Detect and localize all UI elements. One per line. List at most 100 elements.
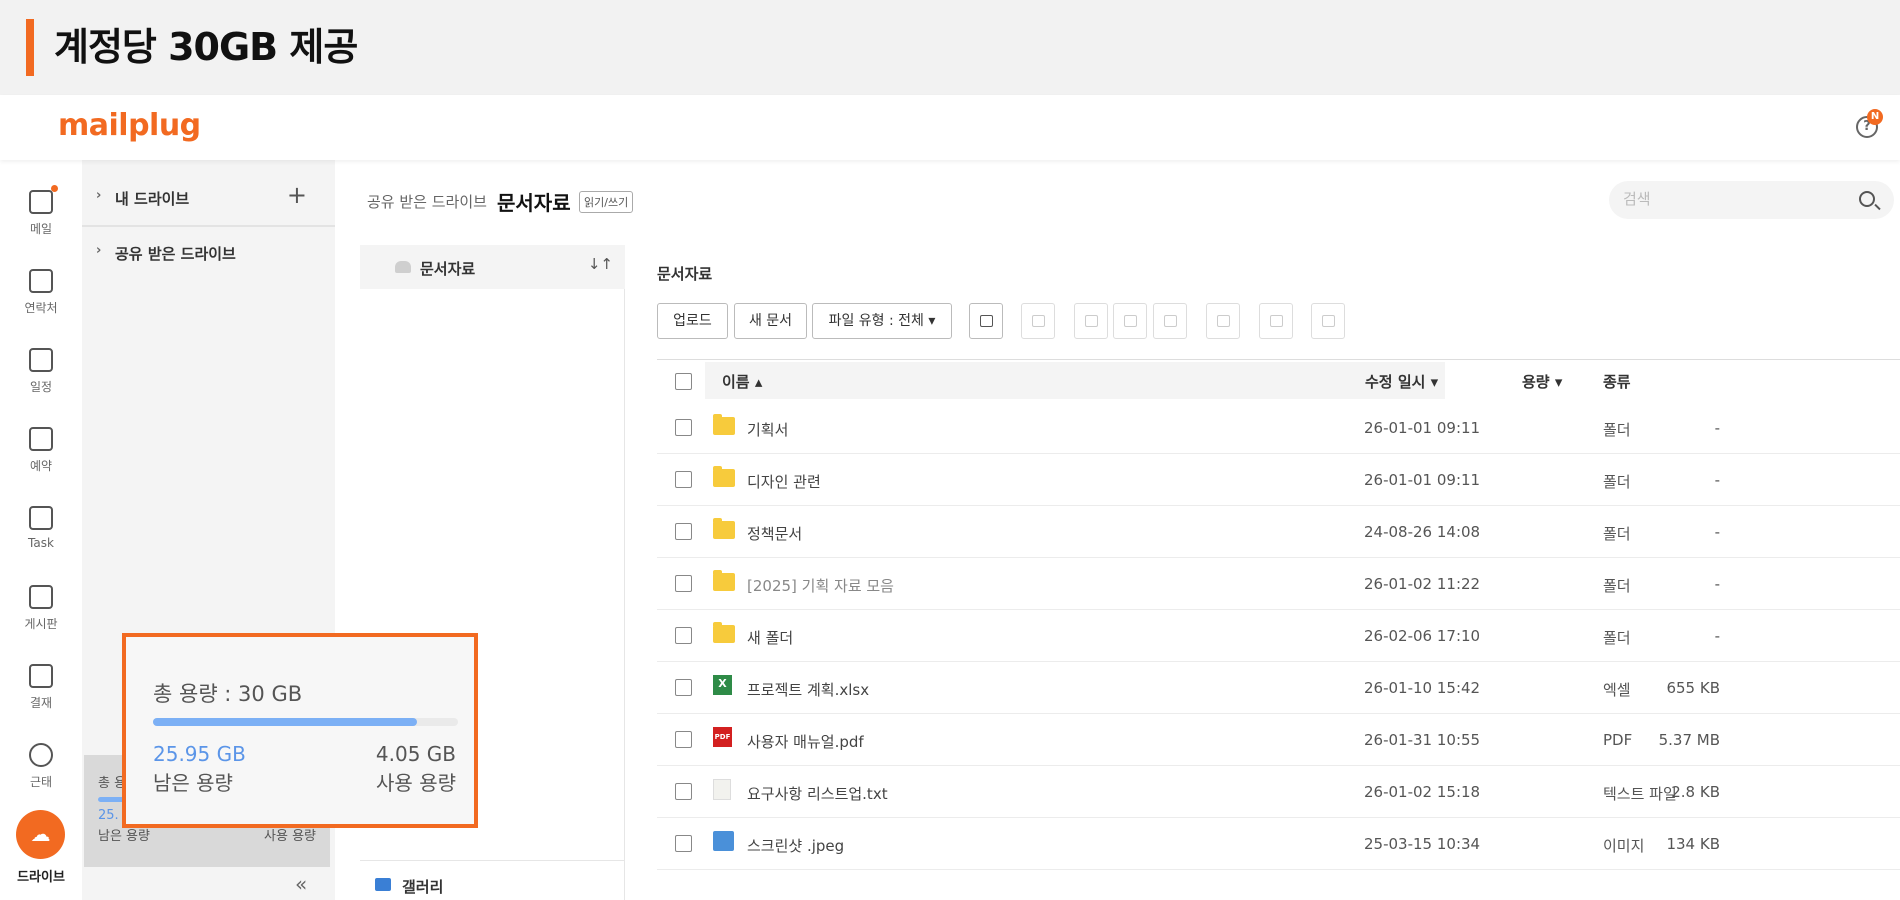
rail-item-approval[interactable]: 결재 <box>0 664 82 711</box>
file-name[interactable]: 새 폴더 <box>747 627 793 648</box>
chevron-right-icon[interactable]: › <box>96 243 101 258</box>
row-checkbox[interactable] <box>675 679 692 696</box>
gallery-link[interactable]: 갤러리 <box>360 860 625 900</box>
table-row[interactable]: [2025] 기획 자료 모음 26-01-02 11:22 - 폴더 <box>657 558 1900 610</box>
file-date: 26-01-31 10:55 <box>1364 731 1481 749</box>
rail-item-mail[interactable]: 메일 <box>0 185 82 237</box>
file-date: 24-08-26 14:08 <box>1364 523 1481 541</box>
row-checkbox[interactable] <box>675 419 692 436</box>
folder-icon <box>713 414 735 435</box>
cloud-drive-icon[interactable]: ☁ <box>16 810 65 859</box>
app-rail: 메일 연락처 일정 예약 Task 게시판 결재 근태 ☁ 드라이브 <box>0 160 82 900</box>
shared-users-icon <box>395 261 411 273</box>
file-date: 26-01-01 09:11 <box>1364 419 1481 437</box>
column-header-size[interactable]: 용량 ▾ <box>1522 371 1562 392</box>
file-size: 655 KB <box>1666 679 1720 697</box>
table-row[interactable]: 스크린샷 .jpeg 25-03-15 10:34 134 KB 이미지 <box>657 818 1900 870</box>
table-row[interactable]: X 프로젝트 계획.xlsx 26-01-10 15:42 655 KB 엑셀 <box>657 662 1900 714</box>
column-header-kind: 종류 <box>1603 373 1631 391</box>
file-size: - <box>1714 575 1720 593</box>
file-size: 5.37 MB <box>1658 731 1720 749</box>
image-file-icon <box>713 831 734 851</box>
file-date: 25-03-15 10:34 <box>1364 835 1481 853</box>
cut-icon[interactable] <box>1113 303 1147 339</box>
rail-item-drive-label[interactable]: 드라이브 <box>0 866 82 885</box>
file-name[interactable]: 디자인 관련 <box>747 471 821 492</box>
sort-icon[interactable]: ↓↑ <box>588 255 613 273</box>
pdf-file-icon: PDF <box>713 727 732 747</box>
table-row[interactable]: 새 폴더 26-02-06 17:10 - 폴더 <box>657 610 1900 662</box>
folder-list-item-label: 문서자료 <box>420 260 476 278</box>
folder-icon <box>713 622 735 643</box>
upload-button[interactable]: 업로드 <box>657 303 728 339</box>
collapse-panel-button[interactable]: « <box>295 872 307 896</box>
rail-item-attendance[interactable]: 근태 <box>0 743 82 790</box>
text-file-icon <box>713 779 731 800</box>
table-row[interactable]: 정책문서 24-08-26 14:08 - 폴더 <box>657 506 1900 558</box>
copy-icon[interactable] <box>1074 303 1108 339</box>
rename-glyph <box>1164 315 1177 327</box>
rail-item-calendar[interactable]: 일정 <box>0 348 82 395</box>
table-row[interactable]: 요구사항 리스트업.txt 26-01-02 15:18 2.8 KB 텍스트 … <box>657 766 1900 818</box>
trash-icon[interactable] <box>1259 303 1293 339</box>
new-document-button[interactable]: 새 문서 <box>734 303 807 339</box>
rail-item-contacts[interactable]: 연락처 <box>0 269 82 316</box>
row-checkbox[interactable] <box>675 783 692 800</box>
chevron-right-icon[interactable]: › <box>96 188 101 203</box>
mail-share-icon[interactable] <box>1311 303 1345 339</box>
storage-usage-popup: 총 용량 : 30 GB 25.95 GB 4.05 GB 남은 용량 사용 용… <box>122 633 478 828</box>
rail-label: 메일 <box>29 222 53 236</box>
rename-icon[interactable] <box>1153 303 1187 339</box>
download-icon[interactable] <box>1021 303 1055 339</box>
main-content: 공유 받은 드라이브 문서자료 읽기/쓰기 문서자료 ↓↑ 갤러리 문서자료 업… <box>335 160 1900 900</box>
breadcrumb-parent[interactable]: 공유 받은 드라이브 <box>367 191 487 212</box>
select-all-checkbox[interactable] <box>675 373 692 390</box>
table-row[interactable]: 기획서 26-01-01 09:11 - 폴더 <box>657 402 1900 454</box>
file-name[interactable]: 프로젝트 계획.xlsx <box>747 679 869 700</box>
row-checkbox[interactable] <box>675 523 692 540</box>
column-header-modified[interactable]: 수정 일시 ▾ <box>1365 371 1438 392</box>
file-name[interactable]: [2025] 기획 자료 모음 <box>747 575 894 596</box>
file-name[interactable]: 스크린샷 .jpeg <box>747 835 844 856</box>
row-checkbox[interactable] <box>675 835 692 852</box>
file-name[interactable]: 기획서 <box>747 419 788 440</box>
file-date: 26-01-01 09:11 <box>1364 471 1481 489</box>
move-icon[interactable] <box>1206 303 1240 339</box>
tree-item-my-drive[interactable]: › 내 드라이브 + <box>82 173 335 223</box>
rail-label: 일정 <box>29 380 53 394</box>
tree-item-shared-drive[interactable]: › 공유 받은 드라이브 <box>82 228 335 278</box>
mailplug-logo[interactable]: mailplug <box>58 108 201 143</box>
row-checkbox[interactable] <box>675 627 692 644</box>
approval-icon <box>29 664 53 688</box>
gallery-icon <box>375 878 391 891</box>
table-row[interactable]: PDF 사용자 매뉴얼.pdf 26-01-31 10:55 5.37 MB P… <box>657 714 1900 766</box>
file-name[interactable]: 정책문서 <box>747 523 802 544</box>
rail-item-board[interactable]: 게시판 <box>0 585 82 632</box>
file-name[interactable]: 요구사항 리스트업.txt <box>747 783 888 804</box>
folder-list-item[interactable]: 문서자료 ↓↑ <box>360 245 625 289</box>
row-checkbox[interactable] <box>675 471 692 488</box>
add-drive-button[interactable]: + <box>287 181 307 209</box>
folder-icon <box>713 570 735 591</box>
new-folder-glyph <box>980 315 993 327</box>
folder-icon <box>713 518 735 539</box>
gallery-label: 갤러리 <box>402 878 444 896</box>
search-input[interactable] <box>1623 190 1843 208</box>
row-checkbox[interactable] <box>675 575 692 592</box>
file-size: - <box>1714 471 1720 489</box>
rail-label: 예약 <box>29 459 53 473</box>
reservation-icon <box>29 427 53 451</box>
column-header-name[interactable]: 이름 ▴ <box>722 371 762 392</box>
rail-label: Task <box>28 536 54 550</box>
search-icon[interactable] <box>1859 191 1875 207</box>
rail-item-reservation[interactable]: 예약 <box>0 427 82 474</box>
attendance-icon <box>29 743 53 767</box>
mail-icon <box>29 185 58 214</box>
file-name[interactable]: 사용자 매뉴얼.pdf <box>747 731 864 752</box>
copy-glyph <box>1085 315 1098 327</box>
new-folder-icon[interactable] <box>969 303 1003 339</box>
rail-item-task[interactable]: Task <box>0 506 82 550</box>
file-type-filter[interactable]: 파일 유형 : 전체 ▾ <box>812 303 952 339</box>
row-checkbox[interactable] <box>675 731 692 748</box>
table-row[interactable]: 디자인 관련 26-01-01 09:11 - 폴더 <box>657 454 1900 506</box>
